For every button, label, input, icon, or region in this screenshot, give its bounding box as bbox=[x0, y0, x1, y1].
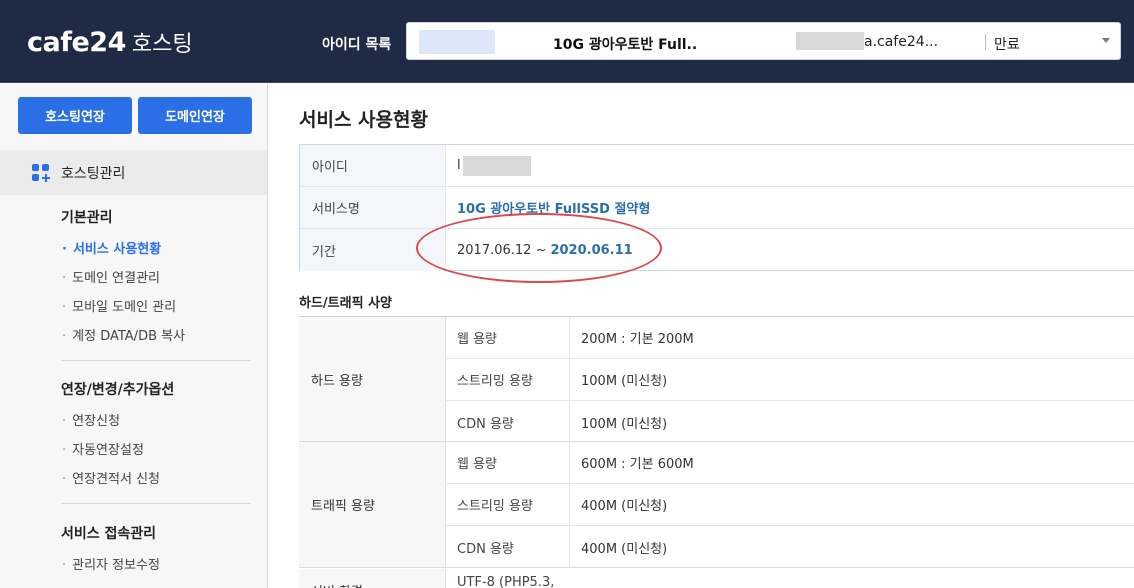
sidebar-item-renew-apply[interactable]: 연장신청 bbox=[62, 410, 120, 429]
spec-section-title: 하드/트래픽 사양 bbox=[299, 296, 392, 311]
spec-table: 하드 용량 웹 용량 200M : 기본 200M 스트리밍 용량 100M (… bbox=[299, 316, 1134, 588]
chevron-down-icon bbox=[1102, 38, 1110, 43]
sidebar: 호스팅연장 도메인연장 호스팅관리 기본관리 서비스 사용현황 도메인 연결관리… bbox=[0, 84, 268, 588]
spec-value: 100M (미신청) bbox=[581, 374, 668, 389]
group-title-renewal: 연장/변경/추가옵션 bbox=[61, 382, 175, 398]
group-title-basic: 기본관리 bbox=[61, 210, 113, 226]
table-row: 스트리밍 용량 400M (미신청) bbox=[446, 484, 1134, 526]
id-value: l bbox=[457, 145, 531, 186]
hard-capacity-label: 하드 용량 bbox=[299, 317, 446, 441]
sidebar-item-domain-connection[interactable]: 도메인 연결관리 bbox=[62, 267, 160, 286]
divider bbox=[61, 360, 251, 361]
annotation-ellipse bbox=[416, 213, 662, 283]
spec-label: 스트리밍 용량 bbox=[446, 484, 570, 525]
spec-value: 100M (미신청) bbox=[581, 416, 668, 432]
account-list-label: 아이디 목록 bbox=[322, 37, 392, 53]
table-row: 웹 용량 600M : 기본 600M bbox=[446, 442, 1134, 484]
sidebar-item-auto-renew[interactable]: 자동연장설정 bbox=[62, 439, 144, 458]
id-text: l bbox=[457, 158, 461, 173]
top-header: cafe24 호스팅 아이디 목록 10G 광아우토반 Full.. a.caf… bbox=[0, 0, 1134, 83]
spec-label: 웹 용량 bbox=[446, 442, 570, 483]
server-env-label: 서버 환경 bbox=[299, 569, 446, 588]
page-title: 서비스 사용현황 bbox=[299, 109, 428, 131]
logo-subtitle: 호스팅 bbox=[131, 32, 193, 57]
group-title-access: 서비스 접속관리 bbox=[61, 526, 157, 542]
sidebar-section-hosting-management[interactable]: 호스팅관리 bbox=[0, 150, 267, 195]
spec-label: CDN 용량 bbox=[446, 401, 570, 443]
sidebar-item-data-copy[interactable]: 계정 DATA/DB 복사 bbox=[62, 325, 185, 344]
spec-label: 웹 용량 bbox=[446, 317, 570, 358]
table-row: 서비스명 10G 광아우토반 FullSSD 절약형 bbox=[300, 187, 1134, 229]
cafe24-logo[interactable]: cafe24 호스팅 bbox=[27, 26, 193, 58]
hosting-renew-button[interactable]: 호스팅연장 bbox=[18, 97, 132, 134]
redacted-id bbox=[462, 155, 531, 176]
redacted-domain-prefix bbox=[796, 32, 864, 50]
table-row: CDN 용량 400M (미신청) bbox=[446, 526, 1134, 568]
sidebar-item-service-usage[interactable]: 서비스 사용현황 bbox=[62, 238, 161, 257]
account-select[interactable]: 10G 광아우토반 Full.. a.cafe24... 만료 bbox=[406, 22, 1121, 60]
logo-mark: cafe24 bbox=[27, 27, 126, 58]
server-env-group: 서버 환경 UTF-8 (PHP5.3, MySQL5.x) bbox=[299, 569, 1134, 588]
spec-value: 400M (미신청) bbox=[581, 541, 668, 557]
table-row: 스트리밍 용량 100M (미신청) bbox=[446, 359, 1134, 401]
spec-value: UTF-8 (PHP5.3, MySQL5.x) bbox=[457, 575, 555, 588]
service-label: 서비스명 bbox=[300, 187, 446, 228]
sidebar-item-renew-quote[interactable]: 연장견적서 신청 bbox=[62, 468, 160, 487]
spec-label: CDN 용량 bbox=[446, 526, 570, 568]
sidebar-section-label: 호스팅관리 bbox=[61, 165, 126, 182]
divider bbox=[985, 34, 986, 50]
spec-value: 600M : 기본 600M bbox=[581, 457, 694, 472]
account-service-name: 10G 광아우토반 Full.. bbox=[553, 37, 698, 53]
hard-capacity-group: 하드 용량 웹 용량 200M : 기본 200M 스트리밍 용량 100M (… bbox=[299, 317, 1134, 443]
account-domain: a.cafe24... bbox=[864, 34, 939, 50]
spec-value: 200M : 기본 200M bbox=[581, 332, 694, 347]
apps-plus-icon bbox=[32, 163, 50, 182]
sidebar-item-mobile-domain[interactable]: 모바일 도메인 관리 bbox=[62, 296, 176, 315]
traffic-capacity-group: 트래픽 용량 웹 용량 600M : 기본 600M 스트리밍 용량 400M … bbox=[299, 442, 1134, 568]
divider bbox=[61, 503, 251, 504]
traffic-capacity-label: 트래픽 용량 bbox=[299, 442, 446, 567]
table-row: UTF-8 (PHP5.3, MySQL5.x) bbox=[446, 569, 1134, 588]
redacted-account-id bbox=[419, 30, 495, 54]
sidebar-item-admin-info[interactable]: 관리자 정보수정 bbox=[62, 554, 160, 573]
domain-renew-button[interactable]: 도메인연장 bbox=[138, 97, 252, 134]
spec-label: 스트리밍 용량 bbox=[446, 359, 570, 400]
table-row: CDN 용량 100M (미신청) bbox=[446, 401, 1134, 443]
account-status: 만료 bbox=[994, 37, 1020, 53]
table-row: 아이디 l bbox=[300, 145, 1134, 187]
id-label: 아이디 bbox=[300, 145, 446, 186]
spec-value: 400M (미신청) bbox=[581, 499, 668, 514]
table-row: 웹 용량 200M : 기본 200M bbox=[446, 317, 1134, 359]
